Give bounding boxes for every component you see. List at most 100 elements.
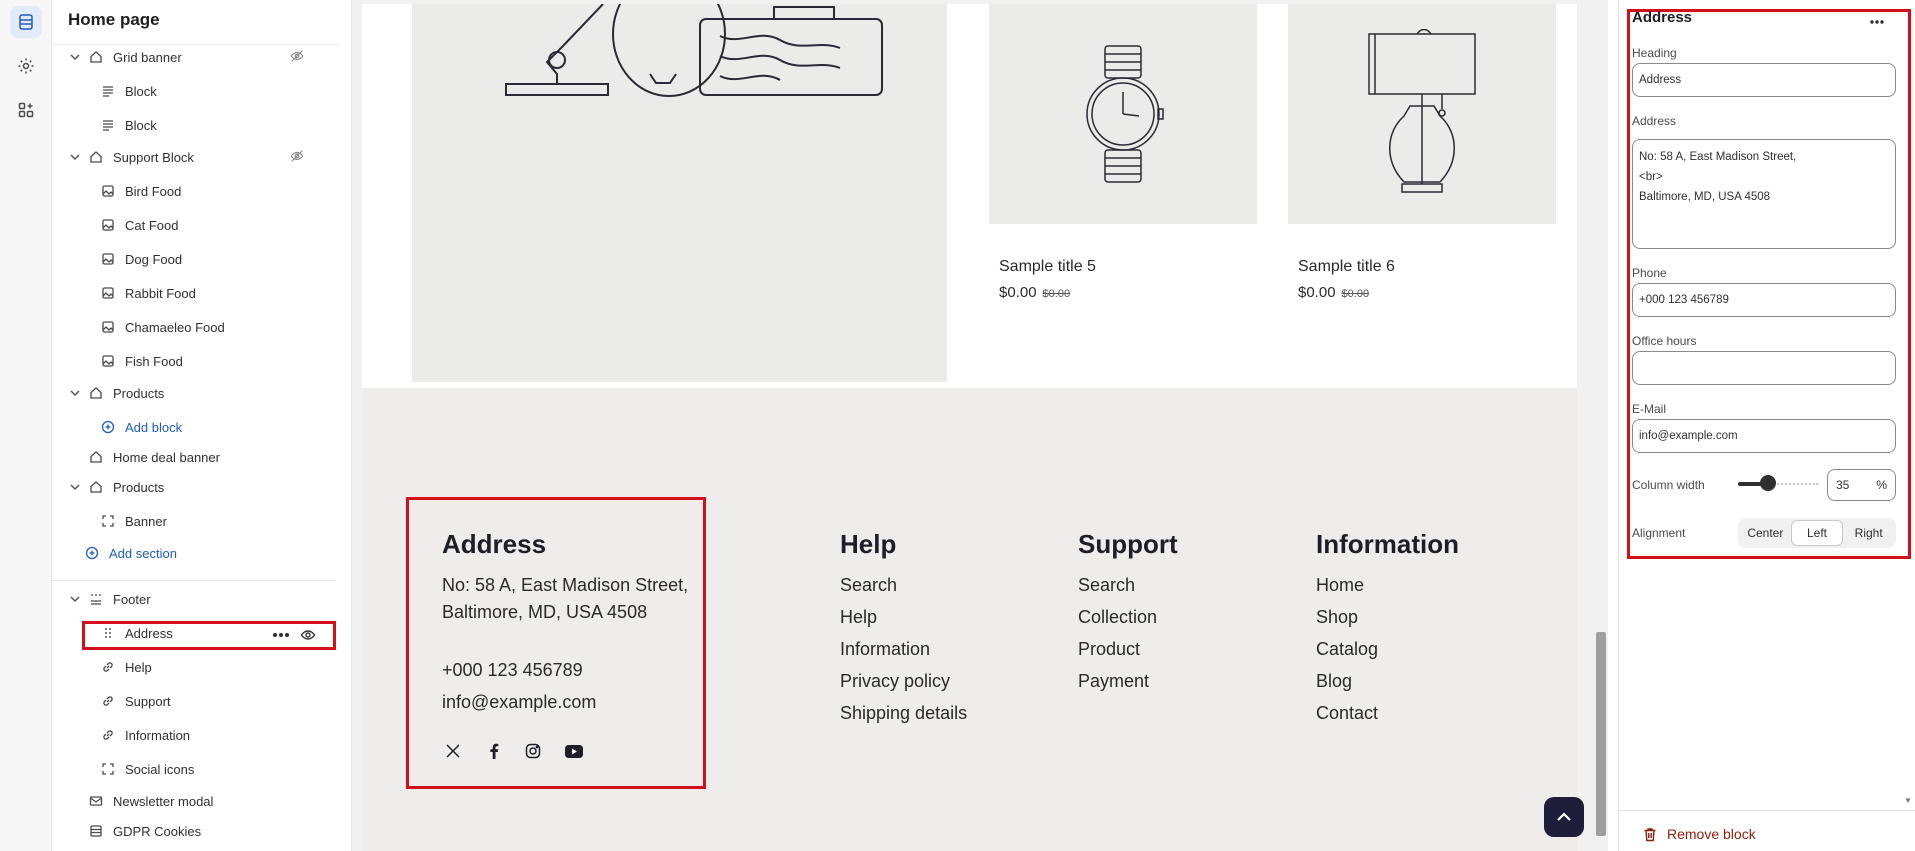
footer-link[interactable]: Blog bbox=[1316, 671, 1352, 692]
tree-section-products[interactable]: Products bbox=[68, 379, 164, 407]
footer-link[interactable]: Product bbox=[1078, 639, 1140, 660]
tree-section-grid-banner[interactable]: Grid banner bbox=[68, 43, 336, 71]
section-icon bbox=[88, 479, 104, 495]
tree-block-cat-food[interactable]: Cat Food bbox=[100, 211, 178, 239]
address-textarea[interactable]: No: 58 A, East Madison Street, <br> Balt… bbox=[1632, 139, 1896, 249]
eye-hidden-icon[interactable] bbox=[290, 49, 306, 65]
alignment-right-option[interactable]: Right bbox=[1843, 520, 1894, 546]
footer-link[interactable]: Collection bbox=[1078, 607, 1157, 628]
phone-input[interactable]: +000 123 456789 bbox=[1632, 283, 1896, 317]
tree-label: Products bbox=[113, 385, 165, 401]
image-block-icon bbox=[100, 353, 116, 369]
footer-link[interactable]: Help bbox=[840, 607, 877, 628]
column-width-input[interactable]: 35 % bbox=[1827, 469, 1896, 501]
tree-label: Support bbox=[125, 693, 171, 709]
preview-scrollbar[interactable] bbox=[1594, 0, 1608, 851]
dashed-frame-icon bbox=[100, 761, 116, 777]
lamp-image bbox=[1288, 4, 1556, 224]
back-to-top-button[interactable] bbox=[1544, 797, 1584, 837]
chevron-down-icon[interactable] bbox=[68, 50, 82, 64]
tree-block-information[interactable]: Information bbox=[100, 721, 190, 749]
scroll-down-arrow-icon[interactable]: ▼ bbox=[1904, 796, 1912, 805]
footer-link[interactable]: Catalog bbox=[1316, 639, 1378, 660]
chevron-down-icon[interactable] bbox=[68, 150, 82, 164]
heading-input[interactable]: Address bbox=[1632, 63, 1896, 97]
footer-layout-icon bbox=[88, 591, 104, 607]
tree-block-dog-food[interactable]: Dog Food bbox=[100, 245, 182, 273]
facebook-icon[interactable] bbox=[483, 740, 505, 762]
tree-section-home-deal-banner[interactable]: Home deal banner bbox=[88, 443, 220, 471]
add-section-button[interactable]: Add section bbox=[84, 539, 177, 567]
product-card[interactable]: Sample title 5 $0.00 $0.00 bbox=[989, 4, 1257, 301]
divider bbox=[1619, 810, 1915, 811]
tree-block-banner[interactable]: Banner bbox=[100, 507, 167, 535]
tree-block[interactable]: Block bbox=[100, 111, 157, 139]
office-hours-input[interactable] bbox=[1632, 351, 1896, 385]
chevron-down-icon[interactable] bbox=[68, 592, 82, 606]
eye-hidden-icon[interactable] bbox=[290, 149, 306, 165]
footer-link[interactable]: Home bbox=[1316, 575, 1364, 596]
tree-label: Information bbox=[125, 727, 191, 743]
address-email[interactable]: info@example.com bbox=[442, 692, 596, 713]
footer-link[interactable]: Information bbox=[840, 639, 930, 660]
column-width-label: Column width bbox=[1632, 478, 1705, 492]
tree-block-chamaeleo-food[interactable]: Chamaeleo Food bbox=[100, 313, 225, 341]
chevron-down-icon[interactable] bbox=[68, 386, 82, 400]
eye-icon[interactable] bbox=[300, 627, 316, 643]
tree-block-fish-food[interactable]: Fish Food bbox=[100, 347, 183, 375]
slider-knob[interactable] bbox=[1760, 475, 1776, 491]
tree-block-bird-food[interactable]: Bird Food bbox=[100, 177, 181, 205]
tree-section-footer[interactable]: Footer bbox=[68, 585, 151, 613]
section-icon bbox=[88, 149, 104, 165]
youtube-icon[interactable] bbox=[563, 740, 585, 762]
theme-editor: Home page Grid banner Block Block Suppor… bbox=[0, 0, 1915, 851]
alignment-center-option[interactable]: Center bbox=[1740, 520, 1791, 546]
image-block-icon bbox=[100, 217, 116, 233]
tree-section-support-block[interactable]: Support Block bbox=[68, 143, 336, 171]
icon-rail bbox=[0, 0, 52, 851]
chevron-down-icon[interactable] bbox=[68, 480, 82, 494]
remove-block-button[interactable]: Remove block bbox=[1643, 826, 1756, 842]
row-actions bbox=[272, 627, 316, 643]
preview-page: Sample title 5 $0.00 $0.00 Sample title … bbox=[362, 4, 1577, 851]
x-twitter-icon[interactable] bbox=[442, 740, 464, 762]
footer-link[interactable]: Search bbox=[840, 575, 897, 596]
add-section-label: Add section bbox=[109, 545, 177, 561]
alignment-left-option[interactable]: Left bbox=[1790, 520, 1844, 546]
support-heading: Support bbox=[1078, 529, 1178, 559]
footer-link[interactable]: Shipping details bbox=[840, 703, 967, 724]
email-input[interactable]: info@example.com bbox=[1632, 419, 1896, 453]
address-line-2: Baltimore, MD, USA 4508 bbox=[442, 602, 648, 622]
footer-link[interactable]: Contact bbox=[1316, 703, 1378, 724]
tree-section-newsletter-modal[interactable]: Newsletter modal bbox=[88, 787, 213, 815]
column-width-slider[interactable] bbox=[1738, 475, 1818, 491]
more-actions-icon[interactable] bbox=[272, 632, 290, 638]
tree-block[interactable]: Block bbox=[100, 77, 157, 105]
instagram-icon[interactable] bbox=[522, 740, 544, 762]
footer-link[interactable]: Shop bbox=[1316, 607, 1358, 628]
product-title[interactable]: Sample title 6 bbox=[1298, 258, 1556, 276]
sections-icon[interactable] bbox=[10, 6, 42, 38]
tree-block-support[interactable]: Support bbox=[100, 687, 171, 715]
footer-link[interactable]: Search bbox=[1078, 575, 1135, 596]
sections-sidebar: Home page Grid banner Block Block Suppor… bbox=[52, 0, 352, 851]
footer-section: Address No: 58 A, East Madison Street, B… bbox=[362, 388, 1577, 851]
scrollbar-thumb[interactable] bbox=[1596, 632, 1606, 836]
apps-icon[interactable] bbox=[10, 94, 42, 126]
footer-link[interactable]: Privacy policy bbox=[840, 671, 950, 692]
alignment-segmented-control: Center Left Right bbox=[1738, 518, 1896, 548]
text-block-icon bbox=[100, 83, 116, 99]
tree-section-gdpr-cookies[interactable]: GDPR Cookies bbox=[88, 817, 201, 845]
tree-block-rabbit-food[interactable]: Rabbit Food bbox=[100, 279, 196, 307]
product-title[interactable]: Sample title 5 bbox=[999, 258, 1257, 276]
tree-section-products[interactable]: Products bbox=[68, 473, 164, 501]
settings-gear-icon[interactable] bbox=[10, 50, 42, 82]
add-block-button[interactable]: Add block bbox=[100, 413, 182, 441]
product-card[interactable]: Sample title 6 $0.00 $0.00 bbox=[1288, 4, 1556, 301]
tree-block-help[interactable]: Help bbox=[100, 653, 152, 681]
footer-link[interactable]: Payment bbox=[1078, 671, 1149, 692]
tree-label: Home deal banner bbox=[113, 449, 220, 465]
tree-block-social-icons[interactable]: Social icons bbox=[100, 755, 194, 783]
address-phone[interactable]: +000 123 456789 bbox=[442, 660, 583, 681]
more-actions-icon[interactable] bbox=[1869, 12, 1885, 30]
